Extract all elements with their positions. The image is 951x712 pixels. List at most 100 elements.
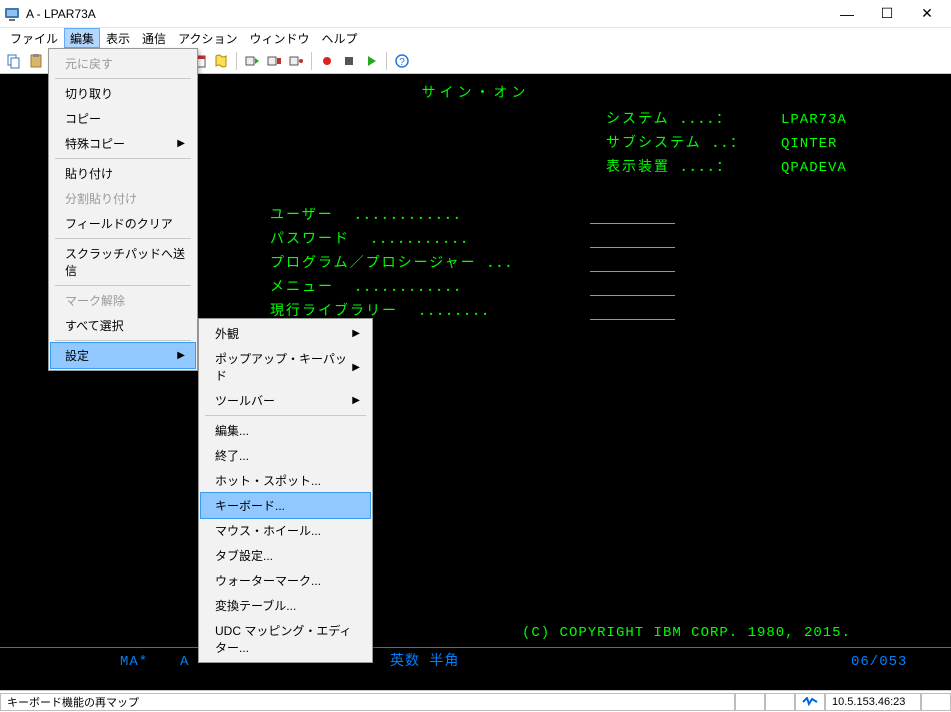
menu-item-label: 貼り付け	[65, 165, 113, 182]
menu-item: マーク解除	[51, 288, 195, 313]
menu-item[interactable]: すべて選択	[51, 313, 195, 338]
menu-item[interactable]: 設定▶	[50, 342, 196, 369]
copyright: (C) COPYRIGHT IBM CORP. 1980, 2015.	[0, 621, 951, 648]
menu-item[interactable]: 変換テーブル...	[201, 593, 370, 618]
menu-item[interactable]: タブ設定...	[201, 543, 370, 568]
menu-comm[interactable]: 通信	[136, 28, 172, 48]
stop-icon[interactable]	[339, 51, 359, 71]
menu-item-label: 変換テーブル...	[215, 597, 296, 614]
menu-item[interactable]: 編集...	[201, 418, 370, 443]
record-macro-icon[interactable]	[286, 51, 306, 71]
menu-item-label: すべて選択	[65, 317, 124, 334]
menu-item[interactable]: ポップアップ・キーパッド▶	[201, 346, 370, 388]
menu-edit[interactable]: 編集	[64, 28, 100, 48]
menu-item: 分割貼り付け	[51, 186, 195, 211]
menu-item[interactable]: ウォーターマーク...	[201, 568, 370, 593]
menu-file[interactable]: ファイル	[4, 28, 64, 48]
signon-fields: ユーザー ．．．．．．．．．．．． パスワード ．．．．．．．．．．． プログラ…	[270, 204, 675, 324]
menu-item[interactable]: ホット・スポット...	[201, 468, 370, 493]
menu-item-label: 編集...	[215, 422, 249, 439]
help-icon[interactable]: ?	[392, 51, 412, 71]
menu-action[interactable]: アクション	[172, 28, 243, 48]
menu-item[interactable]: 終了...	[201, 443, 370, 468]
menu-item-label: ポップアップ・キーパッド	[215, 350, 352, 384]
menu-item-label: マーク解除	[65, 292, 125, 309]
menu-item[interactable]: キーボード...	[200, 492, 371, 519]
play-icon[interactable]	[361, 51, 381, 71]
titlebar: A - LPAR73A — ☐ ✕	[0, 0, 951, 28]
app-icon	[4, 6, 20, 22]
toolbar-separator	[386, 52, 387, 70]
menu-item-label: フィールドのクリア	[65, 215, 173, 232]
library-input[interactable]	[590, 319, 675, 320]
menu-item-label: ホット・スポット...	[215, 472, 321, 489]
toolbar-separator	[236, 52, 237, 70]
menu-item[interactable]: マウス・ホイール...	[201, 518, 370, 543]
menu-item-label: 分割貼り付け	[65, 190, 137, 207]
record-icon[interactable]	[317, 51, 337, 71]
menu-separator	[55, 158, 191, 159]
cursor-position: 06/053	[851, 650, 951, 674]
copy-icon[interactable]	[4, 51, 24, 71]
subsystem-value: QINTER	[781, 132, 861, 156]
menu-separator	[55, 340, 191, 341]
minimize-button[interactable]: —	[827, 0, 867, 28]
menubar: ファイル 編集 表示 通信 アクション ウィンドウ ヘルプ	[0, 28, 951, 48]
svg-text:?: ?	[399, 57, 405, 68]
close-button[interactable]: ✕	[907, 0, 947, 28]
menu-item[interactable]: ツールバー ▶	[201, 388, 370, 413]
settings-submenu: 外観 ▶ ポップアップ・キーパッド▶ ツールバー ▶ 編集... 終了... ホット・スポット…	[198, 318, 373, 663]
system-value: LPAR73A	[781, 108, 861, 132]
menu-item[interactable]: フィールドのクリア	[51, 211, 195, 236]
menu-item-label: UDC マッピング・エディター...	[215, 622, 360, 656]
toolbar-separator	[311, 52, 312, 70]
chevron-right-icon: ▶	[352, 395, 360, 406]
password-input[interactable]	[590, 247, 675, 248]
edit-menu: 元に戻す切り取りコピー特殊コピー▶ 貼り付け分割貼り付けフィールドのクリアスクラッ…	[48, 48, 198, 371]
script-icon[interactable]	[211, 51, 231, 71]
user-label: ユーザー ．．．．．．．．．．．．	[270, 204, 590, 228]
program-input[interactable]	[590, 271, 675, 272]
menu-item: 元に戻す	[51, 51, 195, 76]
program-label: プログラム／プロシージャー ．．．	[270, 252, 590, 276]
stop-macro-icon[interactable]	[264, 51, 284, 71]
menu-item-label: 元に戻す	[65, 55, 113, 72]
menu-item-label: 外観	[215, 325, 239, 342]
menu-item-label: 特殊コピー	[65, 135, 125, 152]
menu-item-label: 終了...	[215, 447, 249, 464]
play-macro-icon[interactable]	[242, 51, 262, 71]
display-label: 表示装置 ．．．．：	[606, 156, 781, 180]
menu-view[interactable]: 表示	[100, 28, 136, 48]
menu-item-label: スクラッチパッドへ送信	[65, 245, 185, 279]
status-indicator-2	[765, 693, 795, 711]
connection-icon	[795, 693, 825, 711]
menu-item-label: タブ設定...	[215, 547, 273, 564]
menu-item[interactable]: 貼り付け	[51, 161, 195, 186]
menu-item[interactable]: スクラッチパッドへ送信	[51, 241, 195, 283]
chevron-right-icon: ▶	[352, 328, 360, 339]
menu-item-label: ウォーターマーク...	[215, 572, 321, 589]
menu-label: メニュー ．．．．．．．．．．．．	[270, 276, 590, 300]
maximize-button[interactable]: ☐	[867, 0, 907, 28]
menu-input[interactable]	[590, 295, 675, 296]
menu-item[interactable]: コピー	[51, 106, 195, 131]
user-input[interactable]	[590, 223, 675, 224]
statusbar: キーボード機能の再マップ 10.5.153.46:23	[0, 690, 951, 712]
status-indicator-1	[735, 693, 765, 711]
menu-window[interactable]: ウィンドウ	[243, 28, 315, 48]
status-text: キーボード機能の再マップ	[0, 693, 735, 711]
status-input-mode: 英数 半角	[390, 650, 459, 674]
terminal-footer: (C) COPYRIGHT IBM CORP. 1980, 2015. MA* …	[0, 621, 951, 674]
menu-separator	[55, 238, 191, 239]
menu-item[interactable]: 外観 ▶	[201, 321, 370, 346]
menu-help[interactable]: ヘルプ	[315, 28, 363, 48]
system-info: システム ．．．．：LPAR73A サブシステム ．．：QINTER 表示装置 …	[606, 108, 861, 180]
menu-item[interactable]: UDC マッピング・エディター...	[201, 618, 370, 660]
menu-item-label: ツールバー	[215, 392, 275, 409]
menu-item[interactable]: 切り取り	[51, 81, 195, 106]
menu-item-label: 切り取り	[65, 85, 113, 102]
status-indicator-3	[921, 693, 951, 711]
paste-icon[interactable]	[26, 51, 46, 71]
window-title: A - LPAR73A	[26, 7, 96, 21]
menu-item[interactable]: 特殊コピー▶	[51, 131, 195, 156]
